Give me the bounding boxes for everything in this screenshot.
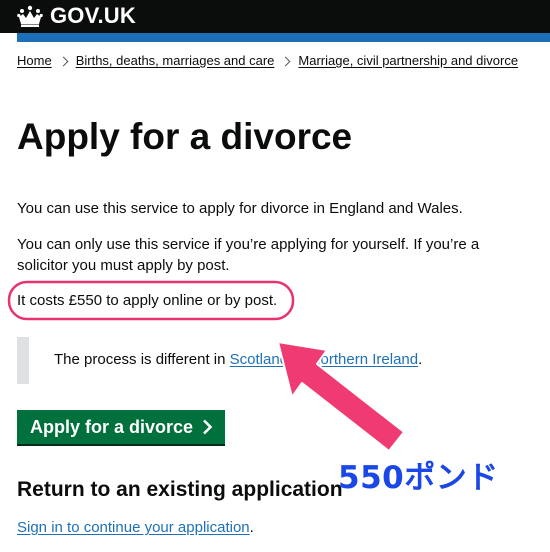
existing-application-heading: Return to an existing application: [17, 478, 343, 501]
breadcrumb: Home Births, deaths, marriages and care …: [17, 53, 518, 69]
chevron-right-icon: [203, 419, 213, 435]
page-title: Apply for a divorce: [17, 116, 353, 157]
logo-text: GOV.UK: [50, 3, 136, 28]
inset-middle: or: [288, 351, 310, 368]
northern-ireland-link[interactable]: Northern Ireland: [310, 351, 418, 368]
intro-text: You can use this service to apply for di…: [17, 200, 463, 217]
scotland-link[interactable]: Scotland: [230, 351, 288, 368]
inset-suffix: .: [418, 351, 423, 368]
signin-line: Sign in to continue your application.: [17, 517, 254, 538]
breadcrumb-births-deaths[interactable]: Births, deaths, marriages and care: [76, 53, 275, 69]
apply-for-divorce-button[interactable]: Apply for a divorce: [17, 410, 225, 444]
inset-text-box: The process is different in Scotland or …: [17, 337, 517, 384]
chevron-right-icon: [280, 56, 291, 66]
inset-prefix: The process is different in: [54, 351, 230, 368]
chevron-right-icon: [58, 56, 69, 66]
crown-icon: [17, 5, 43, 27]
signin-link[interactable]: Sign in to continue your application: [17, 519, 250, 536]
start-button-label: Apply for a divorce: [30, 416, 194, 437]
cost-text: It costs £550 to apply online or by post…: [17, 292, 278, 309]
signin-suffix: .: [249, 519, 254, 536]
breadcrumb-marriage[interactable]: Marriage, civil partnership and divorce: [298, 53, 518, 69]
inset-text: The process is different in Scotland or …: [54, 349, 422, 370]
annotation-label: 550ポンド: [338, 460, 499, 496]
solicitor-note: You can only use this service if you’re …: [17, 236, 480, 274]
header-bar: GOV.UK: [0, 0, 550, 33]
header-rule: [17, 33, 550, 42]
govuk-logo[interactable]: GOV.UK: [17, 3, 136, 28]
breadcrumb-home[interactable]: Home: [17, 53, 52, 69]
